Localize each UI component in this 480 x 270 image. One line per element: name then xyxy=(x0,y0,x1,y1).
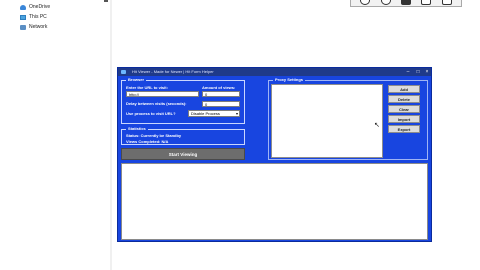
mouse-cursor-icon: ↖ xyxy=(374,122,380,129)
record-icon[interactable] xyxy=(360,0,371,5)
statistics-group-legend: Statistics xyxy=(126,126,148,132)
export-proxy-button[interactable]: Export xyxy=(388,125,420,133)
nav-item-onedrive[interactable]: OneDrive xyxy=(20,2,50,12)
maximize-icon[interactable]: □ xyxy=(414,69,422,75)
delete-proxy-button[interactable]: Delete xyxy=(388,95,420,103)
minimize-icon[interactable]: – xyxy=(404,69,412,75)
views-completed-text: Views Completed: N/A xyxy=(126,139,169,144)
proxy-list[interactable] xyxy=(271,84,383,158)
proxy-group-legend: Proxy Settings xyxy=(273,77,306,83)
web-browser-panel[interactable] xyxy=(121,163,428,240)
start-viewing-button[interactable]: Start Viewing xyxy=(121,148,245,160)
import-proxy-button[interactable]: Import xyxy=(388,115,420,123)
url-input[interactable]: http:// xyxy=(126,91,199,97)
onedrive-cloud-icon xyxy=(20,4,26,10)
nav-item-this-pc[interactable]: This PC xyxy=(20,12,47,22)
recorder-toolbar xyxy=(350,0,462,7)
process-label: Use process to visit URL? xyxy=(126,111,176,116)
nav-item-label: This PC xyxy=(29,14,47,20)
explorer-nav-pane: OneDrive This PC Network xyxy=(0,0,112,270)
close-icon[interactable]: × xyxy=(423,69,431,75)
network-icon xyxy=(20,24,26,30)
clear-proxy-button[interactable]: Clear xyxy=(388,105,420,113)
title-bar: Hit Viewer - Made for Newer | Hit Form H… xyxy=(118,68,431,76)
nav-item-label: OneDrive xyxy=(29,4,51,10)
settings-icon[interactable] xyxy=(441,0,452,5)
nav-scrollbar[interactable] xyxy=(110,0,112,270)
app-icon xyxy=(121,70,126,74)
status-text: Status: Currently be Standby xyxy=(126,133,182,138)
delay-input[interactable]: 0 xyxy=(202,101,240,107)
divider-mark xyxy=(104,0,108,2)
delay-label: Delay between visits (seconds): xyxy=(126,101,187,106)
stop-icon[interactable] xyxy=(400,0,411,5)
add-proxy-button[interactable]: Add xyxy=(388,85,420,93)
amount-label: Amount of views: xyxy=(202,85,236,90)
nav-item-network[interactable]: Network xyxy=(20,22,47,32)
chevron-down-icon: ▾ xyxy=(235,111,238,116)
process-select-value: Disable Process xyxy=(191,111,220,116)
browser-group: Browser Enter the URL to visit: Amount o… xyxy=(121,77,245,124)
app-window: Hit Viewer - Made for Newer | Hit Form H… xyxy=(117,67,432,242)
browser-group-legend: Browser xyxy=(126,77,147,83)
amount-input[interactable]: 0 xyxy=(202,91,240,97)
process-select[interactable]: Disable Process ▾ xyxy=(188,110,240,117)
nav-item-label: Network xyxy=(29,24,48,30)
camera-icon[interactable] xyxy=(421,0,432,5)
pc-icon xyxy=(20,14,26,20)
pause-icon[interactable] xyxy=(380,0,391,5)
statistics-group: Statistics Status: Currently be Standby … xyxy=(121,126,245,145)
window-title: Hit Viewer - Made for Newer | Hit Form H… xyxy=(132,69,214,74)
url-label: Enter the URL to visit: xyxy=(126,85,168,90)
